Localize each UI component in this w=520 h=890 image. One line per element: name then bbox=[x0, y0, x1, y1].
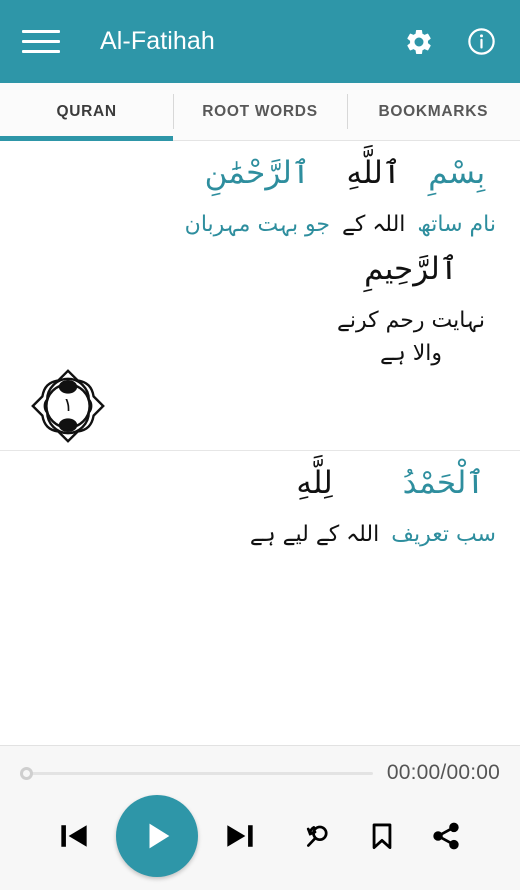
word-pair[interactable]: ٱللَّهِ اللہ کے bbox=[336, 147, 411, 243]
tab-root-words[interactable]: ROOT WORDS bbox=[173, 83, 346, 140]
word-pair[interactable]: بِسْمِ نام ساتھ bbox=[411, 147, 502, 243]
time-display: 00:00/00:00 bbox=[386, 761, 500, 784]
urdu-translation: نام ساتھ bbox=[417, 211, 496, 237]
tab-label: ROOT WORDS bbox=[202, 102, 318, 120]
audio-player: 00:00/00:00 bbox=[0, 745, 520, 890]
previous-track-icon[interactable] bbox=[46, 808, 102, 864]
verse-list[interactable]: بِسْمِ نام ساتھ ٱللَّهِ اللہ کے ٱلرَّحْم… bbox=[0, 141, 520, 745]
seek-row: 00:00/00:00 bbox=[20, 756, 500, 790]
urdu-translation: اللہ کے لیے ہے bbox=[249, 521, 380, 547]
next-track-icon[interactable] bbox=[212, 808, 268, 864]
ayah-number: ١ bbox=[62, 394, 74, 417]
menu-line bbox=[22, 30, 60, 33]
arabic-word: ٱللَّهِ bbox=[346, 155, 401, 191]
urdu-translation: نہایت رحم کرنے والا ہے bbox=[337, 307, 485, 366]
tab-label: BOOKMARKS bbox=[378, 102, 489, 120]
gear-icon[interactable] bbox=[402, 25, 436, 59]
word-pair[interactable]: ٱلرَّحِيمِ نہایت رحم کرنے والا ہے bbox=[320, 243, 502, 372]
ayah-marker-row: ١ bbox=[0, 366, 520, 446]
menu-line bbox=[22, 40, 60, 43]
bookmark-icon[interactable] bbox=[354, 808, 410, 864]
repeat-search-icon[interactable] bbox=[290, 808, 346, 864]
verse-block: بِسْمِ نام ساتھ ٱللَّهِ اللہ کے ٱلرَّحْم… bbox=[0, 141, 520, 450]
urdu-translation: اللہ کے bbox=[342, 211, 406, 237]
arabic-word: بِسْمِ bbox=[428, 155, 486, 191]
arabic-word: ٱلرَّحِيمِ bbox=[364, 250, 458, 287]
verse-block: ٱلْحَمْدُ سب تعریف لِلَّهِ اللہ کے لیے ہ… bbox=[0, 449, 520, 557]
hamburger-menu-icon[interactable] bbox=[22, 27, 60, 57]
share-icon[interactable] bbox=[418, 808, 474, 864]
urdu-translation: جو بہت مہربان bbox=[184, 211, 331, 237]
info-icon[interactable] bbox=[464, 25, 498, 59]
arabic-word: ٱلْحَمْدُ bbox=[402, 464, 485, 501]
word-pair[interactable]: ٱلْحَمْدُ سب تعریف bbox=[385, 457, 502, 553]
page-title: Al-Fatihah bbox=[100, 27, 215, 55]
tab-bookmarks[interactable]: BOOKMARKS bbox=[346, 83, 520, 140]
arabic-word: لِلَّهِ bbox=[296, 464, 333, 501]
word-row: بِسْمِ نام ساتھ ٱللَّهِ اللہ کے ٱلرَّحْم… bbox=[0, 147, 520, 372]
play-button[interactable] bbox=[116, 795, 198, 877]
urdu-translation: سب تعریف bbox=[391, 521, 496, 547]
word-row: ٱلْحَمْدُ سب تعریف لِلَّهِ اللہ کے لیے ہ… bbox=[0, 457, 520, 553]
word-pair[interactable]: لِلَّهِ اللہ کے لیے ہے bbox=[244, 457, 385, 553]
app-bar: Al-Fatihah bbox=[0, 0, 520, 83]
app-bar-actions bbox=[402, 25, 498, 59]
tab-bar: QURAN ROOT WORDS BOOKMARKS bbox=[0, 83, 520, 141]
player-controls bbox=[20, 790, 500, 877]
seek-slider[interactable] bbox=[20, 764, 373, 782]
seek-thumb[interactable] bbox=[20, 766, 33, 780]
tab-label: QURAN bbox=[56, 102, 117, 120]
ayah-end-marker[interactable]: ١ bbox=[28, 366, 108, 446]
word-pair[interactable]: ٱلرَّحْمَٰنِ جو بہت مہربان bbox=[179, 147, 336, 243]
tab-quran[interactable]: QURAN bbox=[0, 83, 174, 141]
arabic-word: ٱلرَّحْمَٰنِ bbox=[204, 155, 311, 191]
menu-line bbox=[22, 50, 60, 53]
quran-reader-screen: Al-Fatihah QURAN ROOT WORDS BOOKMARKS بِ… bbox=[0, 0, 520, 890]
seek-track bbox=[30, 771, 373, 775]
